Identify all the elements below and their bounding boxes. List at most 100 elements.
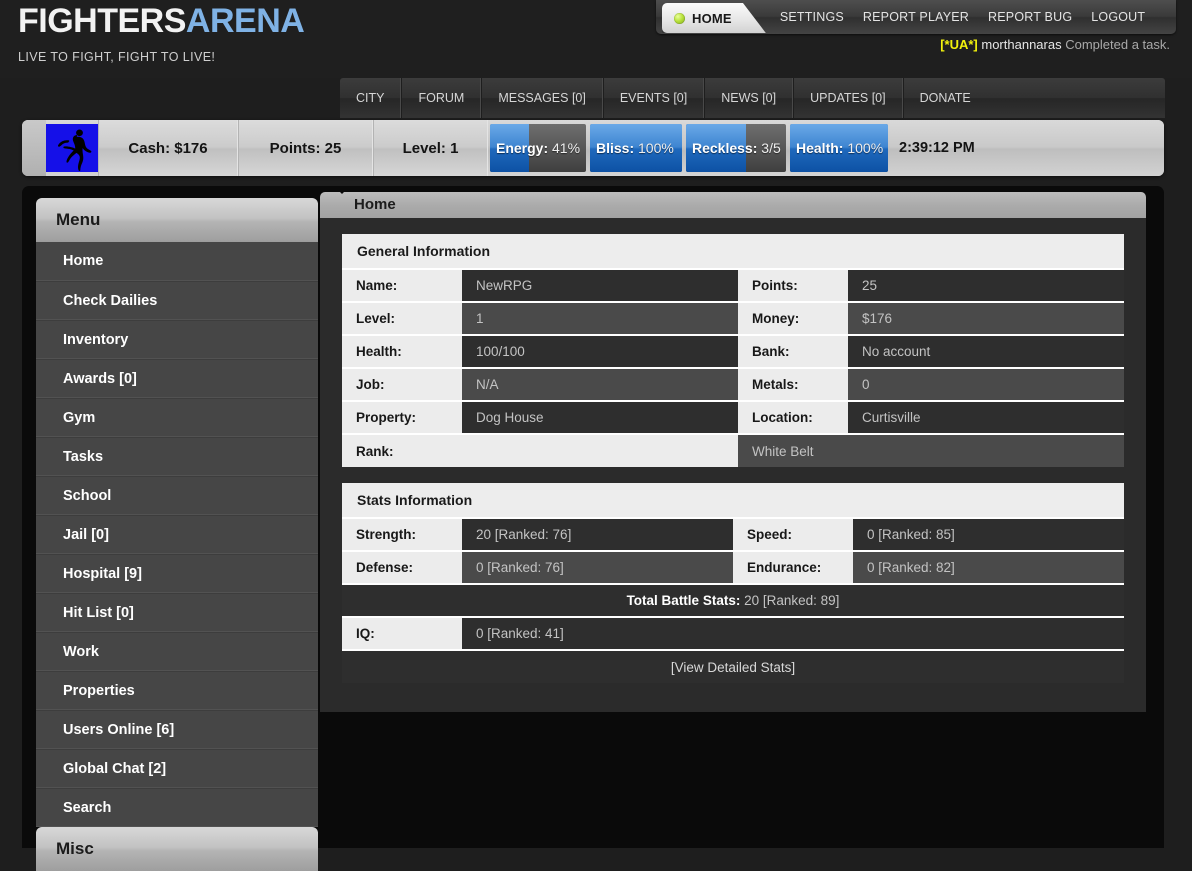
subnav-item-city[interactable]: CITY xyxy=(340,78,401,118)
site-tagline: LIVE TO FIGHT, FIGHT TO LIVE! xyxy=(18,42,438,64)
sidebar-item-check-dailies[interactable]: Check Dailies xyxy=(36,281,318,320)
stat-level: Level: 1 xyxy=(373,120,488,176)
label-endurance: Endurance: xyxy=(733,551,853,584)
view-detailed-stats-cell[interactable]: [View Detailed Stats] xyxy=(342,650,1124,683)
subnav-item-messages[interactable]: MESSAGES [0] xyxy=(481,78,603,118)
sidebar-item-home[interactable]: Home xyxy=(36,242,318,281)
value-strength: 20 [Ranked: 76] xyxy=(462,518,733,551)
top-navigation: HOME SETTINGS REPORT PLAYER REPORT BUG L… xyxy=(656,0,1176,34)
sidebar-item-jail[interactable]: Jail [0] xyxy=(36,515,318,554)
total-battle-stats: Total Battle Stats: 20 [Ranked: 89] xyxy=(342,584,1124,617)
sidebar-item-school[interactable]: School xyxy=(36,476,318,515)
meter-health-value: 100% xyxy=(847,140,883,156)
meter-health-name: Health: xyxy=(796,140,847,156)
total-battle-stats-value: 20 [Ranked: 89] xyxy=(744,593,839,608)
sidebar-item-inventory[interactable]: Inventory xyxy=(36,320,318,359)
meter-energy-value: 41% xyxy=(552,140,580,156)
meter-bliss: Bliss: 100% xyxy=(590,124,682,172)
meter-energy: Energy: 41% xyxy=(490,124,586,172)
nav-link-report-bug[interactable]: REPORT BUG xyxy=(988,10,1072,24)
nav-link-settings[interactable]: SETTINGS xyxy=(780,10,844,24)
secondary-navigation: CITY FORUM MESSAGES [0] EVENTS [0] NEWS … xyxy=(340,78,1165,118)
sidebar-item-properties[interactable]: Properties xyxy=(36,671,318,710)
table-row: Property: Dog House Location: Curtisvill… xyxy=(342,401,1124,434)
table-row: IQ: 0 [Ranked: 41] xyxy=(342,617,1124,650)
value-speed: 0 [Ranked: 85] xyxy=(853,518,1124,551)
subnav-item-events[interactable]: EVENTS [0] xyxy=(603,78,704,118)
stats-information-panel: Stats Information Strength: 20 [Ranked: … xyxy=(342,483,1124,683)
avatar-left-spacer xyxy=(22,120,46,176)
total-battle-stats-label: Total Battle Stats: xyxy=(627,593,741,608)
stats-information-table: Strength: 20 [Ranked: 76] Speed: 0 [Rank… xyxy=(342,517,1124,683)
meter-bliss-name: Bliss: xyxy=(596,140,638,156)
top-bar: FIGHTERSARENA LIVE TO FIGHT, FIGHT TO LI… xyxy=(0,0,1192,78)
stats-information-heading: Stats Information xyxy=(342,483,1124,517)
subnav-item-news[interactable]: NEWS [0] xyxy=(704,78,793,118)
meter-bliss-label: Bliss: 100% xyxy=(590,140,680,156)
sidebar-header: Menu xyxy=(36,198,318,242)
table-row: Strength: 20 [Ranked: 76] Speed: 0 [Rank… xyxy=(342,518,1124,551)
table-row: Health: 100/100 Bank: No account xyxy=(342,335,1124,368)
table-row: Name: NewRPG Points: 25 xyxy=(342,269,1124,302)
nav-link-logout[interactable]: LOGOUT xyxy=(1091,10,1145,24)
sidebar-item-hospital[interactable]: Hospital [9] xyxy=(36,554,318,593)
sidebar-item-users-online[interactable]: Users Online [6] xyxy=(36,710,318,749)
table-row: [View Detailed Stats] xyxy=(342,650,1124,683)
site-logo: FIGHTERSARENA xyxy=(18,0,438,42)
table-row: Total Battle Stats: 20 [Ranked: 89] xyxy=(342,584,1124,617)
meter-energy-name: Energy: xyxy=(496,140,552,156)
value-points: 25 xyxy=(848,269,1124,302)
page-title: Home xyxy=(320,192,1146,218)
value-endurance: 0 [Ranked: 82] xyxy=(853,551,1124,584)
tab-home[interactable]: HOME xyxy=(662,3,766,33)
value-bank: No account xyxy=(848,335,1124,368)
meter-reckless-name: Reckless: xyxy=(692,140,761,156)
stat-points: Points: 25 xyxy=(238,120,373,176)
meter-reckless-value: 3/5 xyxy=(761,140,780,156)
sidebar-item-search[interactable]: Search xyxy=(36,788,318,827)
subnav-item-donate[interactable]: DONATE xyxy=(903,78,987,118)
ticker-message: Completed a task. xyxy=(1065,37,1170,52)
player-stats-bar: Cash: $176 Points: 25 Level: 1 Energy: 4… xyxy=(22,120,1164,176)
label-points: Points: xyxy=(738,269,848,302)
meter-health: Health: 100% xyxy=(790,124,888,172)
value-health: 100/100 xyxy=(462,335,738,368)
logo-text-primary: FIGHTERS xyxy=(18,2,186,40)
sidebar-item-hit-list[interactable]: Hit List [0] xyxy=(36,593,318,632)
label-money: Money: xyxy=(738,302,848,335)
value-name: NewRPG xyxy=(462,269,738,302)
content-area: Home General Information Name: NewRPG Po… xyxy=(320,192,1146,712)
sidebar-item-awards[interactable]: Awards [0] xyxy=(36,359,318,398)
stat-cash: Cash: $176 xyxy=(98,120,238,176)
meter-reckless: Reckless: 3/5 xyxy=(686,124,786,172)
label-name: Name: xyxy=(342,269,462,302)
label-level: Level: xyxy=(342,302,462,335)
label-iq: IQ: xyxy=(342,617,462,650)
general-information-panel: General Information Name: NewRPG Points:… xyxy=(342,234,1124,467)
main-frame: Menu Home Check Dailies Inventory Awards… xyxy=(22,186,1164,848)
stat-clock: 2:39:12 PM xyxy=(890,120,1164,176)
value-money: $176 xyxy=(848,302,1124,335)
table-row: Defense: 0 [Ranked: 76] Endurance: 0 [Ra… xyxy=(342,551,1124,584)
fighter-silhouette-avatar[interactable] xyxy=(46,124,98,172)
tab-home-label: HOME xyxy=(692,11,732,26)
label-metals: Metals: xyxy=(738,368,848,401)
nav-link-report-player[interactable]: REPORT PLAYER xyxy=(863,10,969,24)
subnav-item-updates[interactable]: UPDATES [0] xyxy=(793,78,902,118)
general-information-heading: General Information xyxy=(342,234,1124,268)
meter-reckless-label: Reckless: 3/5 xyxy=(686,140,786,156)
value-location: Curtisville xyxy=(848,401,1124,434)
news-ticker: [*UA*] morthannaras Completed a task. xyxy=(940,34,1170,56)
value-iq: 0 [Ranked: 41] xyxy=(462,617,1124,650)
general-information-table: Name: NewRPG Points: 25 Level: 1 Money: … xyxy=(342,268,1124,467)
sidebar-item-gym[interactable]: Gym xyxy=(36,398,318,437)
subnav-item-forum[interactable]: FORUM xyxy=(401,78,481,118)
site-branding: FIGHTERSARENA LIVE TO FIGHT, FIGHT TO LI… xyxy=(18,0,438,64)
sidebar-item-tasks[interactable]: Tasks xyxy=(36,437,318,476)
sidebar-item-work[interactable]: Work xyxy=(36,632,318,671)
sidebar-item-global-chat[interactable]: Global Chat [2] xyxy=(36,749,318,788)
table-row: Rank: White Belt xyxy=(342,434,1124,467)
label-location: Location: xyxy=(738,401,848,434)
view-detailed-stats-link[interactable]: [View Detailed Stats] xyxy=(671,660,795,675)
value-level: 1 xyxy=(462,302,738,335)
